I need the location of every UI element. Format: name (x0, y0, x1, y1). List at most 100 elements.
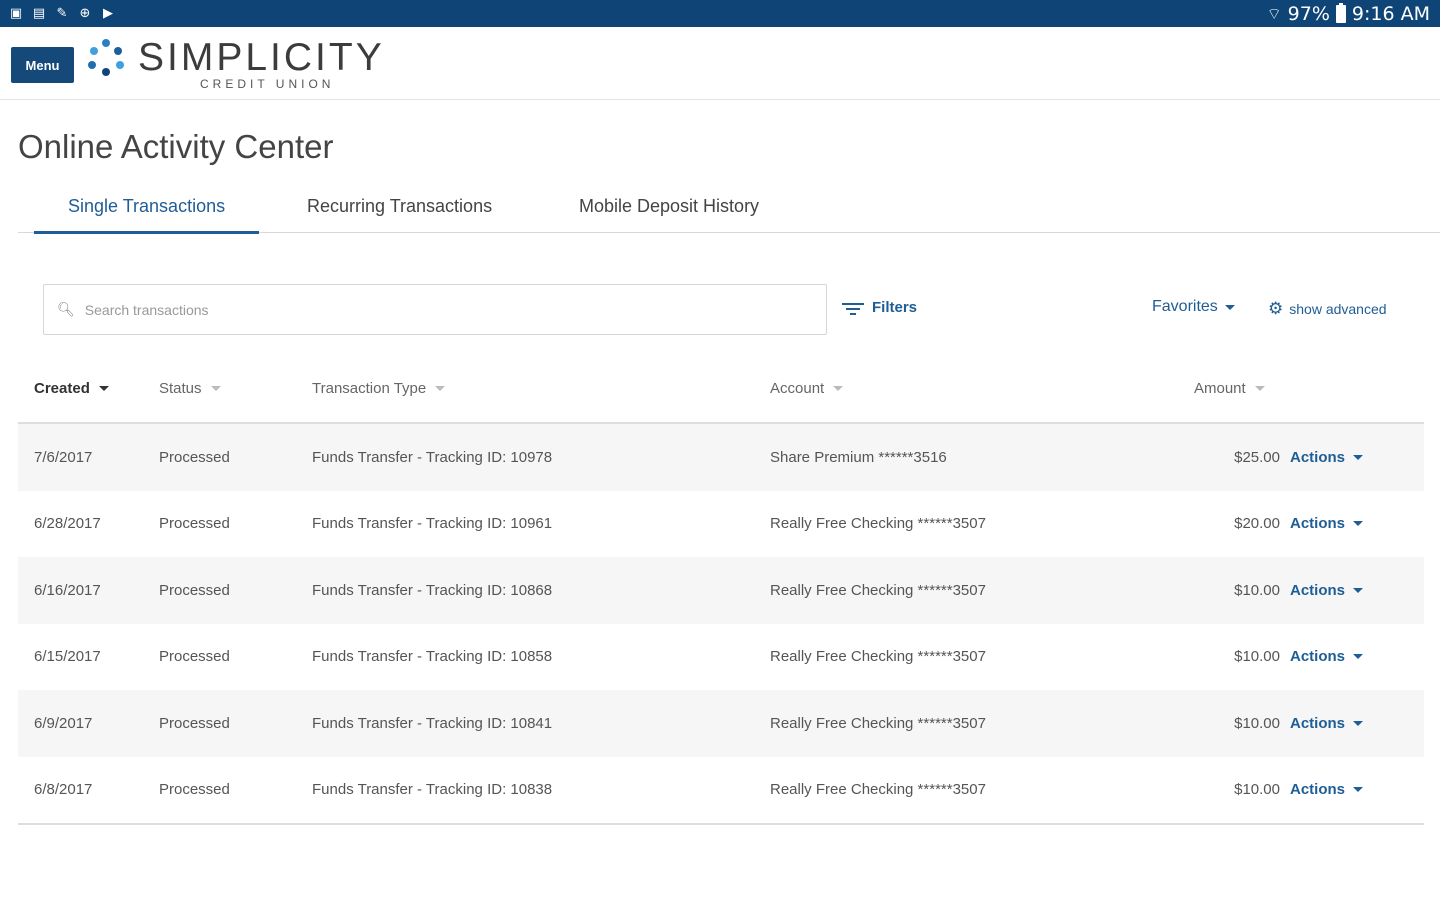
actions-dropdown[interactable]: Actions (1290, 491, 1364, 557)
cell-account: Really Free Checking ******3507 (770, 648, 986, 665)
column-header-amount[interactable]: Amount (1194, 380, 1265, 397)
cell-created: 6/9/2017 (34, 714, 93, 732)
actions-label: Actions (1290, 714, 1346, 732)
table-row[interactable]: 6/16/2017 Processed Funds Transfer - Tra… (18, 557, 1424, 624)
search-icon: 🔍︎ (57, 301, 75, 318)
show-advanced-link[interactable]: ⚙ show advanced (1268, 299, 1387, 319)
table-row[interactable]: 6/8/2017 Processed Funds Transfer - Trac… (18, 757, 1424, 824)
clock: 9:16 AM (1351, 3, 1430, 25)
logo-name: SIMPLICITY (138, 36, 385, 79)
column-label: Status (159, 380, 202, 397)
table-bottom-divider (18, 823, 1424, 825)
battery-icon (1335, 3, 1346, 23)
sort-icon (435, 386, 446, 391)
tab-single-transactions[interactable]: Single Transactions (33, 196, 260, 234)
cell-status: Processed (159, 515, 230, 532)
show-advanced-label: show advanced (1289, 301, 1387, 317)
actions-label: Actions (1290, 781, 1346, 798)
column-label: Amount (1194, 380, 1246, 397)
actions-dropdown[interactable]: Actions (1290, 624, 1364, 690)
sort-icon (210, 386, 221, 391)
filters-button[interactable]: Filters (842, 299, 917, 316)
column-label: Created (34, 380, 90, 397)
play-icon: ▶ (103, 5, 113, 21)
filters-label: Filters (872, 299, 918, 316)
cell-amount: $10.00 (1234, 581, 1280, 599)
cell-transaction-type: Funds Transfer - Tracking ID: 10858 (312, 648, 553, 665)
chevron-down-icon (1353, 654, 1364, 659)
chevron-down-icon (1353, 720, 1364, 726)
cell-account: Really Free Checking ******3507 (770, 515, 986, 532)
search-input[interactable] (84, 301, 785, 318)
cell-amount: $20.00 (1234, 515, 1280, 532)
cell-created: 6/16/2017 (34, 581, 101, 599)
column-label: Account (770, 380, 825, 397)
tab-recurring-transactions[interactable]: Recurring Transactions (307, 196, 492, 233)
chevron-down-icon (1353, 787, 1364, 792)
cell-account: Share Premium ******3516 (770, 448, 947, 466)
chevron-down-icon (1353, 454, 1364, 460)
cell-status: Processed (159, 448, 230, 466)
cell-account: Really Free Checking ******3507 (770, 581, 986, 599)
cell-created: 7/6/2017 (34, 448, 93, 466)
search-box[interactable]: 🔍︎ (43, 284, 827, 335)
activity-tabs: Single Transactions Recurring Transactio… (18, 186, 1440, 234)
app-header: Menu SIMPLICITY CREDIT UNION (0, 27, 1440, 100)
chevron-down-icon (1353, 587, 1364, 593)
cell-status: Processed (159, 781, 230, 798)
edit-icon: ✎ (56, 5, 68, 21)
cell-status: Processed (159, 648, 230, 665)
notification-icons: ▣ ▤ ✎ ⊕ ▶ (8, 5, 116, 21)
table-row[interactable]: 6/15/2017 Processed Funds Transfer - Tra… (18, 624, 1424, 691)
chevron-down-icon (1353, 521, 1364, 526)
actions-dropdown[interactable]: Actions (1290, 757, 1364, 823)
actions-label: Actions (1290, 515, 1346, 532)
page-title: Online Activity Center (18, 128, 334, 165)
actions-dropdown[interactable]: Actions (1290, 557, 1364, 623)
cell-amount: $10.00 (1234, 781, 1280, 798)
wifi-icon: ⌔ (1266, 4, 1282, 23)
favorites-dropdown[interactable]: Favorites (1152, 298, 1235, 316)
chevron-down-icon (1224, 304, 1235, 310)
cell-transaction-type: Funds Transfer - Tracking ID: 10868 (312, 581, 553, 599)
column-label: Transaction Type (312, 380, 427, 397)
actions-dropdown[interactable]: Actions (1290, 424, 1364, 490)
cell-amount: $25.00 (1234, 448, 1280, 466)
table-row[interactable]: 6/9/2017 Processed Funds Transfer - Trac… (18, 690, 1424, 757)
cell-account: Really Free Checking ******3507 (770, 781, 986, 798)
status-indicators: ⌔ 97% 9:16 AM (1267, 3, 1430, 25)
battery-percent: 97% (1287, 3, 1330, 25)
cell-status: Processed (159, 714, 230, 732)
table-row[interactable]: 6/28/2017 Processed Funds Transfer - Tra… (18, 491, 1424, 558)
simplicity-logo[interactable]: SIMPLICITY CREDIT UNION (88, 37, 385, 91)
column-header-account[interactable]: Account (770, 380, 844, 397)
cell-account: Really Free Checking ******3507 (770, 714, 986, 732)
gear-icon: ⚙ (1268, 299, 1284, 319)
sort-down-icon (98, 386, 109, 391)
actions-label: Actions (1290, 581, 1346, 599)
logo-dots-icon (88, 39, 128, 79)
filter-icon (842, 300, 864, 316)
column-header-created[interactable]: Created (34, 380, 109, 397)
globe-icon: ⊕ (79, 5, 91, 21)
cell-created: 6/28/2017 (34, 515, 101, 532)
android-status-bar: ▣ ▤ ✎ ⊕ ▶ ⌔ 97% 9:16 AM (0, 0, 1440, 27)
table-header: Created Status Transaction Type Account … (18, 364, 1424, 424)
column-header-status[interactable]: Status (159, 380, 221, 397)
sim-icon: ▣ (9, 5, 23, 21)
actions-label: Actions (1290, 648, 1346, 665)
cell-created: 6/8/2017 (34, 781, 93, 798)
cell-amount: $10.00 (1234, 648, 1280, 665)
cell-transaction-type: Funds Transfer - Tracking ID: 10841 (312, 714, 553, 732)
cell-transaction-type: Funds Transfer - Tracking ID: 10961 (312, 515, 553, 532)
transactions-table: Created Status Transaction Type Account … (18, 364, 1424, 825)
cell-status: Processed (159, 581, 230, 599)
favorites-label: Favorites (1152, 298, 1218, 315)
cell-amount: $10.00 (1234, 714, 1280, 732)
tab-mobile-deposit-history[interactable]: Mobile Deposit History (579, 196, 759, 233)
tablet-icon: ▤ (32, 5, 46, 21)
column-header-transaction-type[interactable]: Transaction Type (312, 380, 446, 397)
menu-button[interactable]: Menu (11, 47, 74, 83)
table-row[interactable]: 7/6/2017 Processed Funds Transfer - Trac… (18, 424, 1424, 491)
actions-dropdown[interactable]: Actions (1290, 690, 1364, 756)
